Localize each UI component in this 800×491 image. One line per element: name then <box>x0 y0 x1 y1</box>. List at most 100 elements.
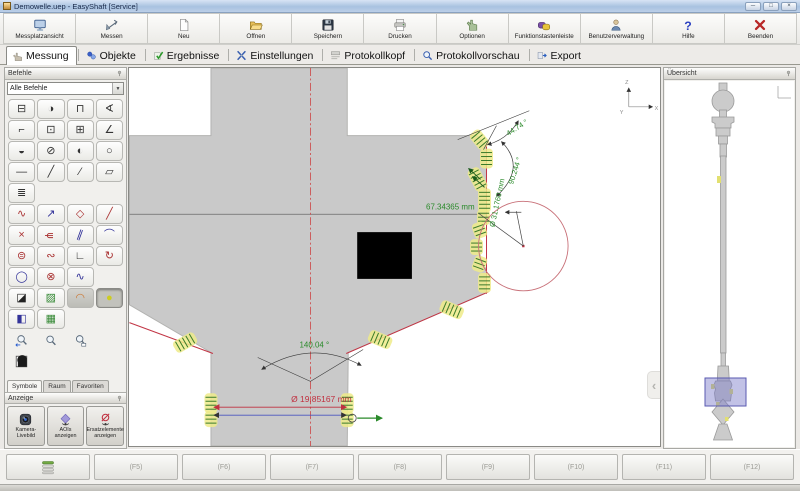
tool-lines-parallel[interactable]: ∥ <box>67 225 94 245</box>
tool-cylinder-width[interactable]: ⊟ <box>8 99 35 119</box>
measurement-canvas[interactable]: Z X Y 67.34365 mm 44.74 ° 90.244 ° Ø 31.… <box>128 67 661 447</box>
chevron-down-icon[interactable]: ▼ <box>112 83 123 94</box>
tool-curve-peak[interactable]: ⌒ <box>96 225 123 245</box>
tool-circle-highlight[interactable]: ● <box>96 288 123 308</box>
view-tab-baum[interactable]: Raum <box>43 380 70 392</box>
fkey-f7-button[interactable]: (F7) <box>270 454 354 480</box>
fkey-label: (F8) <box>394 464 407 471</box>
tool-wave[interactable]: ∿ <box>67 267 94 287</box>
toolbar-beenden-button[interactable]: Beenden <box>724 13 797 44</box>
tool-grid-spacer <box>96 351 123 371</box>
overview-body[interactable] <box>665 81 794 447</box>
tab-einstellungen[interactable]: Einstellungen <box>230 46 321 64</box>
tool-line-dashed[interactable]: ⁄ <box>67 162 94 182</box>
collapse-overview-button[interactable]: ‹ <box>647 371 660 399</box>
toolbar-benutzerverwaltung-button[interactable]: Benutzerverwaltung <box>580 13 653 44</box>
fkey-f11-button[interactable]: (F11) <box>622 454 706 480</box>
aois-anzeigen-button[interactable]: AOIsanzeigen <box>47 406 85 446</box>
zoom-window[interactable] <box>67 330 94 350</box>
tab-label: Messung <box>26 50 69 62</box>
fkey-f5-button[interactable]: (F5) <box>94 454 178 480</box>
maximize-button[interactable]: □ <box>763 2 779 11</box>
tool-mask[interactable]: ◪ <box>8 288 35 308</box>
zoom-out[interactable] <box>8 330 35 350</box>
kamera-livebild-button[interactable]: Kamera-Livebild <box>7 406 45 446</box>
tab-protokollvorschau[interactable]: Protokollvorschau <box>416 46 527 64</box>
fkey-f8-button[interactable]: (F8) <box>358 454 442 480</box>
pin-icon[interactable] <box>116 70 123 77</box>
fkey-f9-button[interactable]: (F9) <box>446 454 530 480</box>
tab-objekte[interactable]: Objekte <box>80 46 144 64</box>
toolbar-drucken-button[interactable]: Drucken <box>363 13 436 44</box>
toolbar-funktionstastenleiste-button[interactable]: Funktionstastenleiste <box>508 13 581 44</box>
function-menu-button[interactable] <box>6 454 90 480</box>
overview-panel-header: Übersicht <box>664 68 795 80</box>
pin-icon[interactable] <box>116 395 123 402</box>
command-filter-dropdown[interactable]: Alle Befehle ▼ <box>7 82 124 95</box>
tool-contour[interactable]: ▱ <box>96 162 123 182</box>
tool-pos-x[interactable]: ⊡ <box>37 120 64 140</box>
toolbar-button-label: Messplatzansicht <box>15 33 63 40</box>
fkey-f6-button[interactable]: (F6) <box>182 454 266 480</box>
tool-split-grid[interactable]: ▦ <box>37 309 64 329</box>
toolbar-oeffnen-button[interactable]: Öffnen <box>219 13 292 44</box>
tab-ergebnisse[interactable]: Ergebnisse <box>147 46 228 64</box>
fkey-f10-button[interactable]: (F10) <box>534 454 618 480</box>
main-area: Befehle Alle Befehle ▼ ⊟◑⊓∢⌐⊡⊞∠◒⊘◐○—╱⁄▱≣… <box>0 65 800 449</box>
overview-panel-title: Übersicht <box>667 70 697 77</box>
tool-multi-lines[interactable]: ≣ <box>8 183 35 203</box>
overview-viewport-rect[interactable] <box>705 378 746 406</box>
tool-line-red[interactable]: ╱ <box>96 204 123 224</box>
toolbar-button-label: Hilfe <box>682 33 695 40</box>
toolbar-messen-button[interactable]: Messen <box>75 13 148 44</box>
display-buttons: Kamera-LivebildAOIsanzeigenErsatzelement… <box>5 404 126 448</box>
view-tab-favoriten[interactable]: Favoriten <box>72 380 109 392</box>
tab-protokollkopf[interactable]: Protokollkopf <box>324 46 413 64</box>
tab-messung[interactable]: Messung <box>6 46 77 65</box>
fkey-f12-button[interactable]: (F12) <box>710 454 794 480</box>
tool-angle[interactable]: ∠ <box>96 120 123 140</box>
tool-curve-points[interactable]: ∿ <box>8 204 35 224</box>
close-button[interactable]: × <box>781 2 797 11</box>
tool-circle-d[interactable]: ◒ <box>8 141 35 161</box>
zoom-in[interactable] <box>37 330 64 350</box>
tool-lines-fan[interactable]: ⋔ <box>37 225 64 245</box>
toolbar-neu-button[interactable]: Neu <box>147 13 220 44</box>
tool-coord-system[interactable]: ∟ <box>67 246 94 266</box>
tool-angle-open[interactable]: ∢ <box>96 99 123 119</box>
tool-arc-segment[interactable]: ◠ <box>67 288 94 308</box>
tool-polygon[interactable]: ◇ <box>67 204 94 224</box>
commands-panel-header: Befehle <box>5 68 126 80</box>
tool-spline[interactable]: ∾ <box>37 246 64 266</box>
minimize-button[interactable]: ─ <box>745 2 761 11</box>
tool-hatch-area[interactable]: ▨ <box>37 288 64 308</box>
view-tab-symbole[interactable]: Symbole <box>7 380 42 392</box>
tab-export[interactable]: Export <box>531 46 589 64</box>
display-button-label: Ersatzelementeanzeigen <box>86 427 123 440</box>
toolbar-hilfe-button[interactable]: ?Hilfe <box>652 13 725 44</box>
tool-line-horizontal[interactable]: — <box>8 162 35 182</box>
invert-view[interactable] <box>8 351 35 371</box>
tool-rotation[interactable]: ↻ <box>96 246 123 266</box>
tool-width[interactable]: ⊓ <box>67 99 94 119</box>
tool-cylinder-red[interactable]: ⊜ <box>8 246 35 266</box>
pin-icon[interactable] <box>785 70 792 77</box>
tool-circle[interactable]: ○ <box>96 141 123 161</box>
tool-circle-segment[interactable]: ◑ <box>37 99 64 119</box>
toolbar-optionen-button[interactable]: Optionen <box>436 13 509 44</box>
tool-split-left[interactable]: ◧ <box>8 309 35 329</box>
ersatzelemente-anzeigen-button[interactable]: Ersatzelementeanzeigen <box>86 406 124 446</box>
tool-curve-rising[interactable]: ↗ <box>37 204 64 224</box>
tool-circle-cross[interactable]: ⊗ <box>37 267 64 287</box>
tool-lines-cross[interactable]: × <box>8 225 35 245</box>
tool-pos-z[interactable]: ⊞ <box>67 120 94 140</box>
tool-corner[interactable]: ⌐ <box>8 120 35 140</box>
tool-circle-blue[interactable]: ◯ <box>8 267 35 287</box>
toolbar-speichern-button[interactable]: Speichern <box>291 13 364 44</box>
tab-label: Export <box>551 50 581 62</box>
tool-line-points[interactable]: ╱ <box>37 162 64 182</box>
tool-circle-radius[interactable]: ◐ <box>67 141 94 161</box>
app-window: Demowelle.uep - EasyShaft [Service] ─ □ … <box>0 0 800 491</box>
tool-circle-diameter[interactable]: ⊘ <box>37 141 64 161</box>
toolbar-messplatzansicht-button[interactable]: Messplatzansicht <box>3 13 76 44</box>
